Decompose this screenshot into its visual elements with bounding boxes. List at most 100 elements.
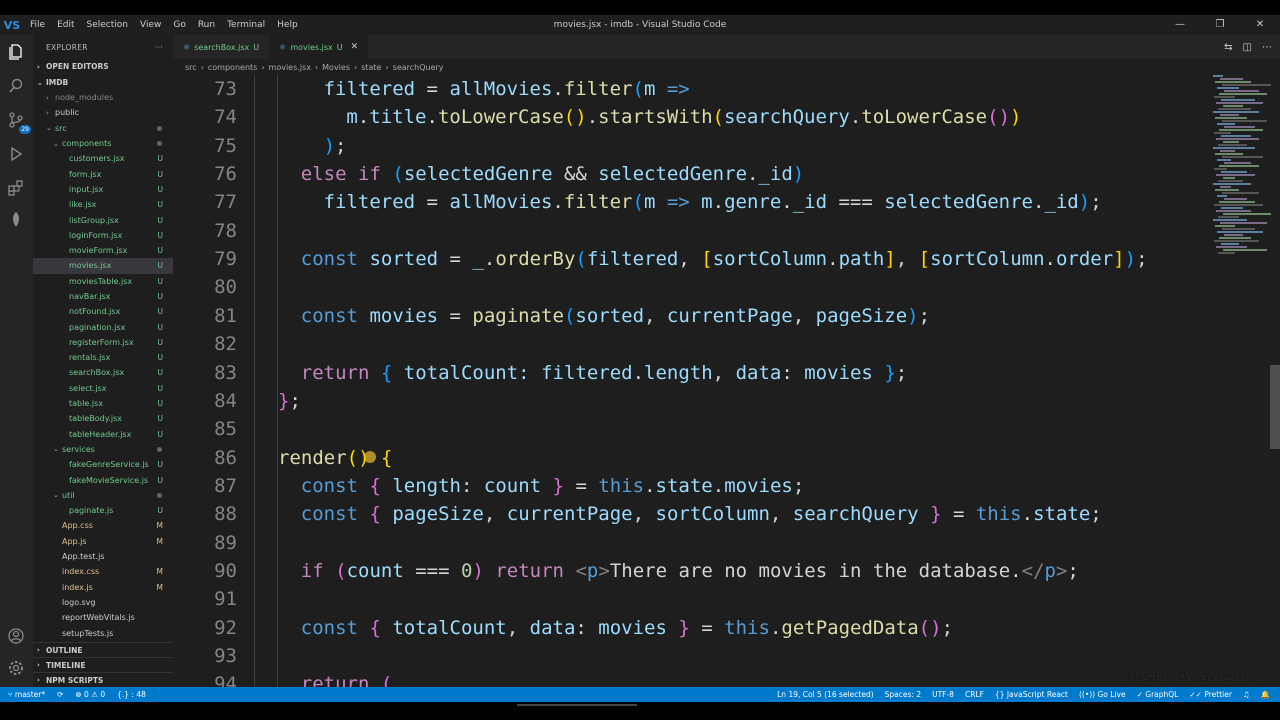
folder-item[interactable]: ⌄ services bbox=[33, 442, 173, 457]
file-item[interactable]: movieForm.jsx U bbox=[33, 243, 173, 258]
minimize-button[interactable]: — bbox=[1160, 15, 1200, 35]
file-item[interactable]: rentals.jsx U bbox=[33, 350, 173, 365]
chevron-right-icon: › bbox=[46, 108, 49, 117]
breadcrumb-item[interactable]: src bbox=[185, 63, 197, 72]
file-item[interactable]: customers.jsx U bbox=[33, 151, 173, 166]
file-item[interactable]: input.jsx U bbox=[33, 182, 173, 197]
file-item[interactable]: table.jsx U bbox=[33, 396, 173, 411]
status-right-item[interactable]: ✓✓ Prettier bbox=[1189, 690, 1232, 699]
file-item[interactable]: loginForm.jsx U bbox=[33, 228, 173, 243]
files-icon[interactable] bbox=[6, 43, 26, 63]
tab-searchbox[interactable]: ⚛ searchBox.jsx U bbox=[173, 35, 269, 59]
code-editor[interactable]: 73 filtered = allMovies.filter(m => 74 m.t… bbox=[173, 75, 1213, 687]
file-item[interactable]: paginate.js U bbox=[33, 503, 173, 518]
restore-button[interactable]: ❐ bbox=[1200, 15, 1240, 35]
file-item[interactable]: navBar.jsx U bbox=[33, 289, 173, 304]
status-left-item[interactable]: {.} : 48 bbox=[117, 690, 146, 699]
vertical-scrollbar[interactable] bbox=[1270, 365, 1280, 449]
settings-gear-icon[interactable] bbox=[6, 659, 26, 679]
open-editors-section[interactable]: › OPEN EDITORS bbox=[33, 59, 173, 74]
breadcrumb-item[interactable]: components bbox=[208, 63, 257, 72]
close-tab-icon[interactable]: ✕ bbox=[351, 42, 359, 52]
compare-changes-icon[interactable]: ⇆ bbox=[1224, 42, 1232, 53]
code-token: allMovies bbox=[449, 191, 553, 214]
file-item[interactable]: moviesTable.jsx U bbox=[33, 274, 173, 289]
file-item[interactable]: App.js M bbox=[33, 534, 173, 549]
file-item[interactable]: movies.jsx U bbox=[33, 258, 173, 274]
more-actions-icon[interactable]: ··· bbox=[155, 43, 163, 52]
status-right-item[interactable]: {} JavaScript React bbox=[995, 690, 1068, 699]
split-editor-icon[interactable]: ◫ bbox=[1243, 42, 1252, 53]
file-item[interactable]: like.jsx U bbox=[33, 197, 173, 212]
file-item[interactable]: App.test.js bbox=[33, 549, 173, 564]
menu-file[interactable]: File bbox=[24, 20, 51, 30]
file-item[interactable]: searchBox.jsx U bbox=[33, 365, 173, 380]
run-debug-icon[interactable] bbox=[6, 145, 26, 165]
file-item[interactable]: tableHeader.jsx U bbox=[33, 427, 173, 442]
status-right-item[interactable]: UTF-8 bbox=[932, 690, 954, 699]
breadcrumb-item[interactable]: searchQuery bbox=[393, 63, 444, 72]
npm-scripts-section[interactable]: › NPM SCRIPTS bbox=[33, 672, 173, 687]
file-item[interactable]: index.css M bbox=[33, 564, 173, 579]
search-icon[interactable] bbox=[6, 77, 26, 97]
mongo-leaf-icon[interactable] bbox=[6, 211, 26, 231]
file-item[interactable]: listGroup.jsx U bbox=[33, 212, 173, 227]
file-item[interactable]: pagination.jsx U bbox=[33, 319, 173, 334]
file-item[interactable]: fakeMovieService.js U bbox=[33, 472, 173, 487]
project-section[interactable]: ⌄ IMDB bbox=[33, 75, 173, 90]
status-left-item[interactable]: ⑂ master* bbox=[8, 690, 45, 699]
menu-go[interactable]: Go bbox=[167, 20, 191, 30]
file-item[interactable]: setupTests.js bbox=[33, 625, 173, 640]
folder-item[interactable]: › node_modules bbox=[33, 90, 173, 105]
file-item[interactable]: reportWebVitals.js bbox=[33, 610, 173, 625]
code-token: . bbox=[357, 106, 370, 129]
status-right-item[interactable]: ✓ GraphQL bbox=[1137, 690, 1179, 699]
folder-item[interactable]: ⌄ src bbox=[33, 121, 173, 136]
account-icon[interactable] bbox=[6, 627, 26, 647]
outline-section[interactable]: › OUTLINE bbox=[33, 642, 173, 657]
folder-item[interactable]: ⌄ util bbox=[33, 488, 173, 503]
breadcrumb-item[interactable]: state bbox=[361, 63, 381, 72]
menu-view[interactable]: View bbox=[134, 20, 167, 30]
status-left-item[interactable]: ⟳ bbox=[57, 690, 63, 699]
folder-item[interactable]: ⌄ components bbox=[33, 136, 173, 151]
file-item[interactable]: logo.svg bbox=[33, 595, 173, 610]
status-right-item[interactable]: ((•)) Go Live bbox=[1079, 690, 1126, 699]
breadcrumb-item[interactable]: Movies bbox=[322, 63, 350, 72]
status-left-item[interactable]: ⊗ 0 ⚠ 0 bbox=[75, 690, 105, 699]
minimap-line bbox=[1214, 96, 1235, 98]
status-right-item[interactable]: ♫ bbox=[1243, 690, 1250, 699]
scm-badge: 29 bbox=[19, 125, 31, 134]
minimap-line bbox=[1223, 249, 1267, 251]
status-right-item[interactable]: Spaces: 2 bbox=[885, 690, 921, 699]
file-item[interactable]: select.jsx U bbox=[33, 381, 173, 396]
menu-terminal[interactable]: Terminal bbox=[221, 20, 271, 30]
source-control-icon[interactable]: 29 bbox=[6, 111, 31, 134]
minimap-line bbox=[1216, 210, 1251, 212]
file-item[interactable]: registerForm.jsx U bbox=[33, 335, 173, 350]
file-item[interactable]: tableBody.jsx U bbox=[33, 411, 173, 426]
code-token: genre bbox=[724, 191, 782, 214]
menu-edit[interactable]: Edit bbox=[51, 20, 80, 30]
menu-help[interactable]: Help bbox=[271, 20, 304, 30]
tab-movies[interactable]: ⚛ movies.jsx U ✕ bbox=[269, 35, 369, 59]
status-right-item[interactable]: CRLF bbox=[965, 690, 984, 699]
folder-item[interactable]: › public bbox=[33, 105, 173, 120]
file-item[interactable]: fakeGenreService.js U bbox=[33, 457, 173, 472]
more-actions-icon[interactable]: ⋯ bbox=[1262, 42, 1272, 53]
extensions-icon[interactable] bbox=[6, 179, 26, 199]
breadcrumb-item[interactable]: movies.jsx bbox=[269, 63, 311, 72]
file-item[interactable]: form.jsx U bbox=[33, 166, 173, 181]
close-window-button[interactable]: ✕ bbox=[1240, 15, 1280, 35]
file-item[interactable]: App.css M bbox=[33, 518, 173, 533]
status-right-item[interactable]: Ln 19, Col 5 (16 selected) bbox=[777, 690, 874, 699]
menu-selection[interactable]: Selection bbox=[81, 20, 134, 30]
file-item[interactable]: index.js M bbox=[33, 580, 173, 595]
menu-run[interactable]: Run bbox=[192, 20, 221, 30]
file-item[interactable]: notFound.jsx U bbox=[33, 304, 173, 319]
status-right-item[interactable]: 🔔 bbox=[1261, 690, 1270, 699]
timeline-section[interactable]: › TIMELINE bbox=[33, 657, 173, 672]
minimap[interactable] bbox=[1213, 75, 1271, 275]
code-token: { bbox=[369, 503, 381, 526]
